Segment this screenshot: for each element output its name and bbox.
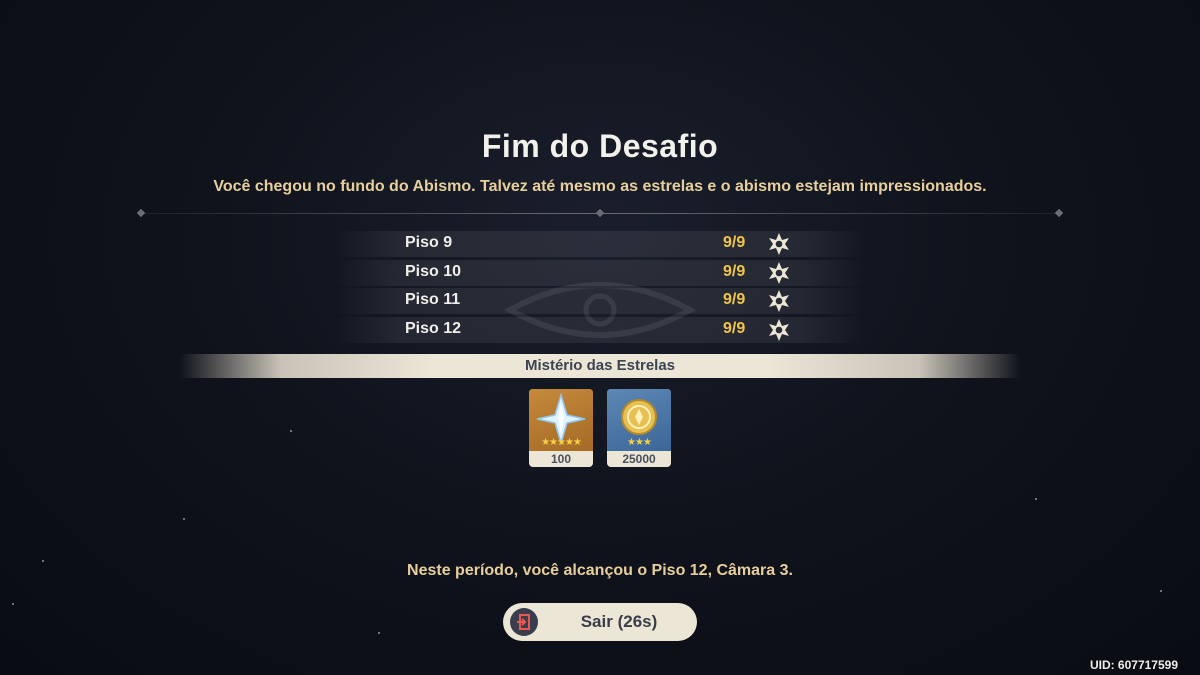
exit-door-icon (510, 608, 538, 636)
background-star (1035, 498, 1037, 500)
rewards-section-header: Mistério das Estrelas (180, 354, 1020, 378)
floor-name: Piso 10 (405, 262, 462, 280)
background-star (183, 518, 185, 520)
abyss-star-icon (769, 261, 789, 284)
background-star (12, 603, 14, 605)
reward-item-primogem[interactable]: ★★★★★ 100 (529, 389, 593, 467)
divider-diamond-icon (136, 208, 146, 218)
abyss-star-icon (769, 233, 789, 255)
abyss-star-icon (769, 319, 789, 342)
divider-diamond-icon (595, 208, 605, 218)
floor-results-list: Piso 9 9/9 Piso 10 9/9 Piso 11 9/9 Piso … (335, 231, 865, 346)
background-star (290, 430, 292, 432)
floor-row: Piso 11 9/9 (335, 288, 865, 315)
period-progress-text: Neste período, você alcançou o Piso 12, … (407, 562, 793, 579)
floor-row: Piso 12 9/9 (335, 317, 865, 344)
exit-button[interactable]: Sair (26s) (503, 603, 697, 641)
floor-score: 9/9 (723, 291, 746, 309)
reward-count: 25000 (622, 452, 656, 466)
rewards-section-label: Mistério das Estrelas (524, 357, 676, 374)
reward-count: 100 (550, 452, 572, 466)
reward-rarity-stars: ★★★★★ (541, 437, 582, 448)
divider-diamond-icon (1054, 208, 1064, 218)
rewards-list: ★★★★★ 100 ★★★ 25000 (529, 389, 671, 469)
floor-row: Piso 9 9/9 (335, 231, 865, 257)
abyss-star-icon (769, 290, 789, 313)
reward-rarity-stars: ★★★ (627, 437, 652, 448)
floor-score: 9/9 (723, 234, 746, 251)
floor-name: Piso 11 (405, 291, 461, 309)
abyss-result-screen: Fim do Desafio Você chegou no fundo do A… (0, 0, 1200, 675)
page-subtitle: Você chegou no fundo do Abismo. Talvez a… (213, 178, 987, 195)
player-uid: UID: 607717599 (1089, 658, 1178, 672)
background-star (1160, 590, 1162, 592)
floor-name: Piso 12 (405, 320, 462, 338)
exit-button-label: Sair (26s) (580, 612, 658, 631)
floor-score: 9/9 (723, 320, 746, 338)
floor-name: Piso 9 (405, 234, 453, 251)
floor-row: Piso 10 9/9 (335, 259, 865, 286)
background-star (378, 632, 380, 634)
reward-item-mora[interactable]: ★★★ 25000 (607, 389, 671, 467)
page-title: Fim do Desafio (481, 128, 719, 164)
header-divider (136, 208, 1064, 218)
floor-score: 9/9 (723, 262, 746, 280)
